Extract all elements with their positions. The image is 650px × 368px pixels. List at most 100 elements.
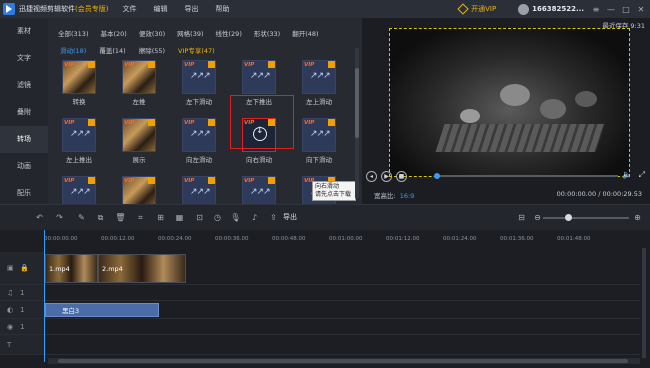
- text-track: T: [0, 335, 640, 355]
- time-ruler[interactable]: 00:00:00.00 00:00:12.00 00:00:24.00 00:00:3…: [44, 233, 644, 247]
- sidebar-item-text[interactable]: 文字: [0, 45, 48, 72]
- timeline-hscroll-thumb[interactable]: [58, 359, 628, 363]
- tooltip-title: 向右滑动: [315, 183, 340, 190]
- timeline-hscroll[interactable]: [48, 358, 640, 364]
- vip-badge: VIP: [244, 62, 255, 68]
- vip-badge: VIP: [124, 178, 135, 184]
- track-number: 1: [20, 305, 25, 314]
- menu-file[interactable]: 文件: [122, 4, 136, 14]
- transition-tile[interactable]: VIP: [122, 60, 156, 94]
- menu-help[interactable]: 帮助: [215, 4, 229, 14]
- selected-tile-highlight: [230, 95, 294, 149]
- mosaic-icon[interactable]: ▦: [174, 212, 185, 223]
- video-track-icon: ▣: [7, 264, 14, 272]
- timecode: 00:00:00.00 / 00:00:29.53: [556, 190, 642, 198]
- filter-clip[interactable]: 黑白3: [45, 303, 159, 317]
- arrows-icon: ↗↗↗: [310, 71, 331, 81]
- trim-icon[interactable]: ⊡: [194, 212, 205, 223]
- menu-bar: 文件 编辑 导出 帮助: [122, 4, 246, 14]
- vip-badge: VIP: [244, 178, 255, 184]
- copy-icon[interactable]: ⧉: [95, 212, 106, 223]
- filter-track-icon: ◐: [7, 305, 14, 314]
- delete-icon[interactable]: 🗑: [115, 212, 126, 223]
- fullscreen-icon[interactable]: ⤢: [639, 170, 645, 180]
- subtab-vip[interactable]: VIP专享(47): [178, 45, 215, 55]
- sidebar-item-animation[interactable]: 动画: [0, 153, 48, 180]
- menu-export[interactable]: 导出: [184, 4, 198, 14]
- menu-icon[interactable]: ≡: [590, 5, 602, 14]
- transition-tile[interactable]: VIP ↗↗↗: [182, 60, 216, 94]
- zoom-knob[interactable]: [565, 214, 572, 221]
- undo-icon[interactable]: ↶: [34, 212, 45, 223]
- download-corner-icon: [328, 119, 335, 126]
- video-clip-1[interactable]: 1.mp4: [45, 254, 98, 283]
- vip-badge: VIP: [64, 120, 75, 126]
- sidebar-item-overlay[interactable]: 叠附: [0, 99, 48, 126]
- export-button[interactable]: 导出: [283, 212, 297, 222]
- video-clip-2[interactable]: 2.mp4: [98, 254, 186, 283]
- open-vip-button[interactable]: 开通VIP: [457, 3, 496, 15]
- download-corner-icon: [148, 61, 155, 68]
- overlay-track-icon: ◉: [7, 322, 14, 331]
- prev-frame-icon[interactable]: ◂: [366, 170, 377, 182]
- transition-tile[interactable]: VIP ↗↗↗: [62, 118, 96, 152]
- close-icon[interactable]: ✕: [635, 5, 647, 14]
- subtab-cover[interactable]: 覆盖(14): [99, 45, 125, 55]
- zoom-slider[interactable]: [543, 217, 629, 219]
- playback-progress[interactable]: [436, 175, 618, 177]
- transition-tile[interactable]: VIP ↗↗↗: [182, 118, 216, 152]
- transition-tile[interactable]: VIP: [62, 60, 96, 94]
- playhead[interactable]: [44, 230, 45, 362]
- audio-icon[interactable]: ♪: [249, 212, 260, 223]
- transition-tile[interactable]: VIP ↗↗↗: [302, 60, 336, 94]
- play-icon[interactable]: ▶: [381, 170, 392, 182]
- menu-edit[interactable]: 编辑: [153, 4, 167, 14]
- tab-all[interactable]: 全部(313): [58, 28, 88, 41]
- tab-effects[interactable]: 便效(30): [139, 28, 165, 41]
- transition-tile[interactable]: VIP ↗↗↗: [302, 118, 336, 152]
- arrows-icon: ↗↗↗: [310, 129, 331, 139]
- tab-basic[interactable]: 基本(20): [100, 28, 126, 41]
- avatar[interactable]: [518, 3, 530, 15]
- export-icon[interactable]: ⇪: [268, 212, 279, 223]
- video-preview[interactable]: [389, 28, 630, 177]
- transition-tile[interactable]: VIP: [122, 118, 156, 152]
- subtab-wipe[interactable]: 擦除(55): [139, 45, 165, 55]
- sidebar-item-media[interactable]: 素材: [0, 18, 48, 45]
- download-corner-icon: [268, 61, 275, 68]
- lock-icon[interactable]: 🔒: [20, 264, 29, 272]
- sidebar-item-music[interactable]: 配乐: [0, 180, 48, 207]
- tab-grid[interactable]: 网格(39): [177, 28, 203, 41]
- stop-icon[interactable]: ■: [396, 170, 407, 182]
- subtab-slide[interactable]: 滑动(18): [60, 45, 86, 55]
- speed-icon[interactable]: ◷: [212, 212, 223, 223]
- library-scrollbar[interactable]: [355, 48, 359, 198]
- transition-label: 左下滑动: [186, 98, 212, 106]
- library-scroll-thumb[interactable]: [355, 68, 359, 138]
- maximize-icon[interactable]: □: [620, 5, 632, 14]
- username[interactable]: 166382522...: [532, 5, 584, 13]
- crop-icon[interactable]: ⌗: [135, 212, 146, 223]
- transition-tile[interactable]: VIP ↗↗↗: [242, 60, 276, 94]
- tab-shape[interactable]: 形状(33): [254, 28, 280, 41]
- volume-icon[interactable]: 🔈: [622, 170, 632, 179]
- zoom-out-icon[interactable]: ⊖: [532, 212, 543, 223]
- redo-icon[interactable]: ↷: [54, 212, 65, 223]
- timeline-vscroll[interactable]: [642, 248, 646, 358]
- aspect-ratio[interactable]: 宽高比: 16:9: [374, 190, 414, 200]
- tab-linear[interactable]: 线性(29): [216, 28, 242, 41]
- minimize-icon[interactable]: —: [605, 5, 617, 14]
- edit-icon[interactable]: ✎: [76, 212, 87, 223]
- playback-knob[interactable]: [434, 173, 440, 179]
- tab-flip[interactable]: 翻开(48): [292, 28, 318, 41]
- zoom-in-icon[interactable]: ⊕: [632, 212, 643, 223]
- sidebar-item-transitions[interactable]: 转场: [0, 126, 48, 153]
- download-corner-icon: [88, 119, 95, 126]
- vip-badge: VIP: [64, 62, 75, 68]
- sidebar-item-filters[interactable]: 滤镜: [0, 72, 48, 99]
- timeline: 00:00:00.00 00:00:12.00 00:00:24.00 00:00:3…: [0, 230, 650, 368]
- split-icon[interactable]: ⊞: [155, 212, 166, 223]
- mic-icon[interactable]: 🎙: [230, 212, 241, 223]
- fit-icon[interactable]: ⊟: [516, 212, 527, 223]
- video-track: ▣ 🔒 1.mp4 2.mp4: [0, 252, 640, 285]
